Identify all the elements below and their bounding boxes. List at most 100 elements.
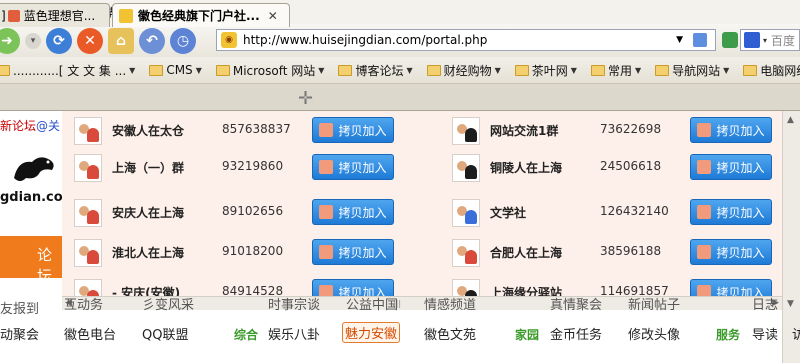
scroll-down-icon[interactable]: ▼ [787,299,794,309]
people-icon [319,285,334,296]
people-icon [697,205,712,219]
close-tab-icon[interactable]: ✕ [268,9,278,23]
qq-group-panel: 安徽人在太仓 857638837 拷贝加入 上海（一）群 93219860 拷贝… [62,111,782,296]
scroll-up-icon[interactable]: ▲ [787,115,794,125]
nav-link[interactable]: 公益中国 [346,294,398,313]
copy-join-button[interactable]: 拷贝加入 [690,117,772,143]
nav-link[interactable]: 金币任务 [550,324,602,343]
group-row: - 安庆(安徽) 84914528 拷贝加入 [62,273,422,296]
section-label-general: 综合 [234,328,259,342]
forward-icon[interactable]: ➜ [0,27,20,54]
group-name: 文学社 [490,206,527,220]
bookmark-cms[interactable]: CMS ▼ [149,63,202,77]
group-name: 安庆人在上海 [112,206,185,220]
nav-link[interactable]: 娱乐八卦 [268,324,320,343]
nav-link[interactable]: 真情聚会 [550,294,602,313]
nav-link[interactable]: 情感频道 [424,294,476,313]
group-number: 126432140 [600,204,669,218]
copy-join-button[interactable]: 拷贝加入 [312,199,394,225]
nav-link[interactable]: 徽色电台 [64,324,116,343]
nav-link[interactable]: 新闻帖子 [628,294,680,313]
folder-icon [590,64,605,76]
nav-link[interactable]: QQ联盟 [142,324,188,343]
undo-icon[interactable]: ↶ [139,27,165,54]
copy-join-label: 拷贝加入 [338,245,387,260]
people-icon [319,160,334,174]
refresh-icon[interactable]: ⟳ [46,27,72,54]
search-engine-dropdown-icon[interactable]: ▾ [763,36,767,45]
copy-join-button[interactable]: 拷贝加入 [312,154,394,180]
bookmark-label: 茶叶网 [531,63,568,78]
forum-nav-link[interactable]: 论坛 [37,244,62,286]
bookmark-nav-sites[interactable]: 导航网站 ▼ [655,62,729,79]
group-avatar-icon [74,199,102,227]
bookmark-tea[interactable]: 茶叶网 ▼ [514,62,577,79]
folder-icon [655,64,670,76]
group-name: 淮北人在上海 [112,246,185,260]
home-icon[interactable]: ⌂ [108,27,134,54]
bookmark-computer[interactable]: 电脑网络▼ [743,62,800,79]
group-name: 安徽人在太仓 [112,124,185,138]
bookmark-label: 电脑网络 [760,63,800,78]
bookmark-finance[interactable]: 财经购物 ▼ [426,62,501,79]
tab-lanse[interactable]: ] 蓝色理想官... [0,3,110,27]
bookmark-wenji[interactable]: ............[ 文 文 集 ... ▼ [0,62,135,79]
tab-huise-active[interactable]: 徽色经典旗下门户社... ✕ [112,3,290,27]
folder-icon [215,64,230,76]
nav-link[interactable]: 导读 [752,324,778,343]
people-icon [319,123,334,137]
group-number: 38596188 [600,244,662,258]
copy-join-button[interactable]: 拷贝加入 [690,199,772,225]
history-icon[interactable]: ◷ [170,27,196,54]
group-avatar-icon [452,199,480,227]
bookmark-label: Microsoft 网站 [232,63,316,78]
copy-join-button[interactable]: 拷贝加入 [690,239,772,265]
bookmark-microsoft[interactable]: Microsoft 网站 ▼ [215,62,324,79]
group-row: 网站交流1群 73622698 拷贝加入 [440,111,782,151]
nav-link-edge[interactable]: 访 [792,324,800,343]
dropdown-icon[interactable]: ▾ [25,32,41,49]
bookmark-blog[interactable]: 博客论坛 ▼ [338,62,413,79]
graduate-avatar-icon [452,154,480,182]
nav-link[interactable]: 互动务 [64,294,103,313]
nav-link[interactable]: 徽色文苑 [424,324,476,343]
url-dropdown-icon[interactable]: ▼ [676,35,683,45]
folder-icon [514,64,529,76]
bookmark-common[interactable]: 常用 ▼ [590,62,641,79]
nav-link[interactable]: 友报到 [0,298,39,317]
bookmark-label: CMS [166,63,193,77]
page-info-icon[interactable] [693,33,707,47]
nav-link[interactable]: 时事宗谈 [268,294,320,313]
stop-icon[interactable]: ✕ [77,27,103,54]
new-tab-icon[interactable]: ✛ [298,88,313,109]
copy-join-label: 拷贝加入 [338,160,387,175]
group-row: 淮北人在上海 91018200 拷贝加入 [62,233,422,273]
people-icon [697,285,712,296]
group-avatar-icon [74,239,102,267]
go-icon[interactable] [722,32,738,48]
people-icon [319,205,334,219]
nav-link-active[interactable]: 魅力安徽 [342,322,401,343]
folder-icon [743,64,758,76]
address-bar[interactable]: ◉ http://www.huisejingdian.com/portal.ph… [216,29,716,51]
search-box[interactable]: ▾ 百度 [740,29,800,51]
nav-link[interactable]: 修改头像 [628,324,680,343]
group-row: 文学社 126432140 拷贝加入 [440,193,782,233]
copy-join-label: 拷贝加入 [338,123,387,138]
bookmarks-bar: ............[ 文 文 集 ... ▼ CMS ▼ Microsoft … [0,57,800,84]
people-icon [697,123,712,137]
copy-join-button[interactable]: 拷贝加入 [690,154,772,180]
search-engine-icon[interactable] [744,32,760,48]
nav-link[interactable]: 彡变风采 [142,294,194,313]
group-row: 安徽人在太仓 857638837 拷贝加入 [62,111,422,151]
search-input[interactable]: 百度 [771,32,795,49]
copy-join-button[interactable]: 拷贝加入 [312,117,394,143]
new-forum-link[interactable]: 新论坛 [0,117,36,134]
follow-link[interactable]: @关 [36,117,60,134]
nav-link[interactable]: 日志 [752,294,778,313]
folder-icon [0,64,10,76]
site-logo-icon [14,157,54,181]
copy-join-button[interactable]: 拷贝加入 [312,239,394,265]
nav-link[interactable]: 动聚会 [0,324,39,343]
people-icon [697,245,712,259]
